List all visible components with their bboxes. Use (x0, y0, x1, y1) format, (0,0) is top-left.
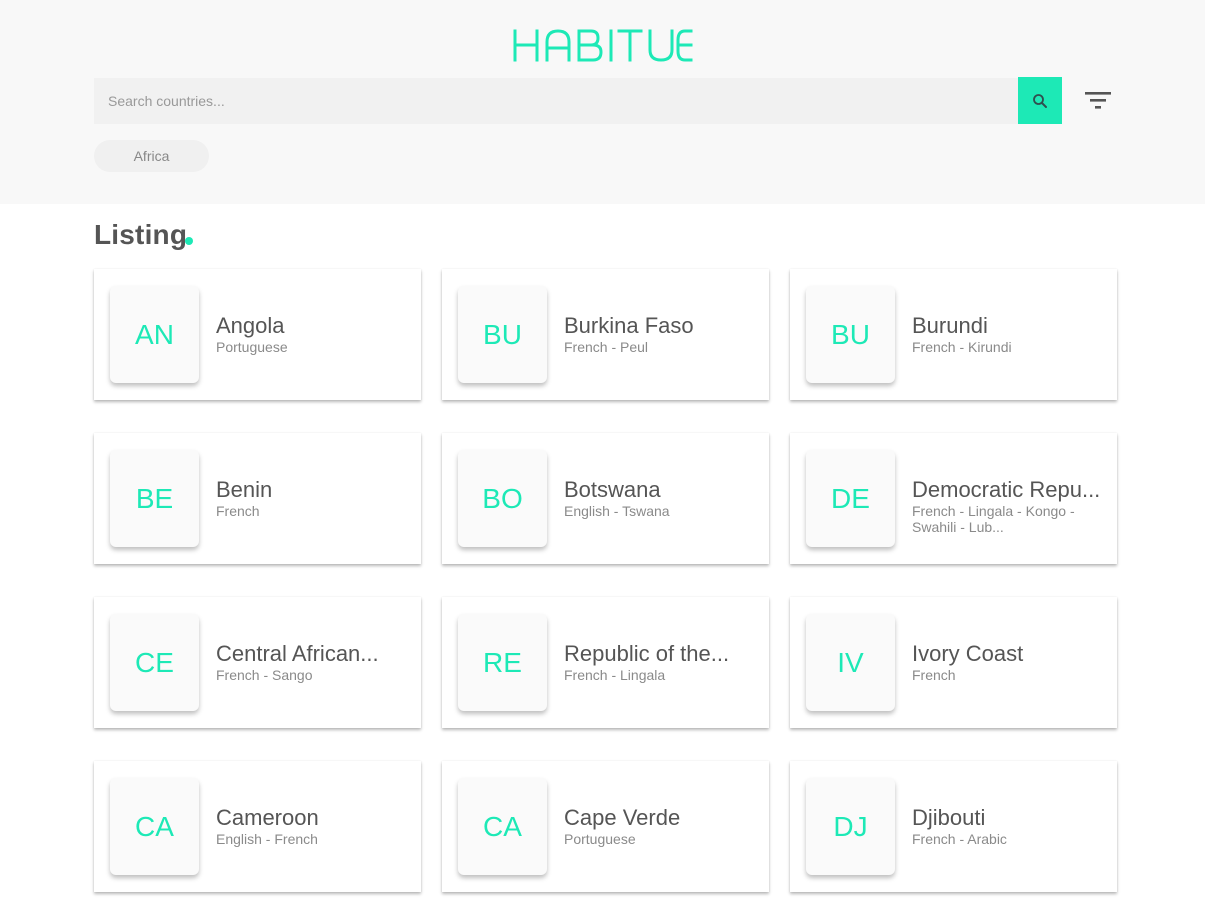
country-code-badge: BU (806, 286, 895, 383)
country-code-badge: AN (110, 286, 199, 383)
country-card[interactable]: CE Central African... French - Sango (94, 597, 421, 728)
search-button[interactable] (1018, 77, 1062, 124)
country-name: Angola (216, 313, 285, 338)
country-grid: AN Angola Portuguese BU Burkina Faso Fre… (94, 269, 1118, 892)
country-card[interactable]: RE Republic of the... French - Lingala (442, 597, 769, 728)
search-input[interactable] (94, 78, 1018, 124)
country-languages: Portuguese (216, 339, 288, 355)
filter-button[interactable] (1082, 84, 1114, 116)
app-logo[interactable] (0, 26, 1205, 66)
country-languages: French (216, 503, 260, 519)
country-name: Burkina Faso (564, 313, 694, 338)
country-code-badge: CA (110, 778, 199, 875)
country-languages: French - Kirundi (912, 339, 1012, 355)
search-icon (1033, 93, 1047, 108)
country-code-badge: BU (458, 286, 547, 383)
country-name: Republic of the... (564, 641, 730, 666)
country-card[interactable]: CA Cape Verde Portuguese (442, 761, 769, 892)
country-card[interactable]: CA Cameroon English - French (94, 761, 421, 892)
country-name: Cape Verde (564, 805, 681, 830)
country-code-badge: CE (110, 614, 199, 711)
country-code-badge: CA (458, 778, 547, 875)
country-languages: French - Arabic (912, 831, 1007, 847)
country-name: Burundi (912, 313, 988, 338)
country-languages: French (912, 667, 956, 683)
country-languages: French - Lingala - Kongo - Swahili - Lub… (912, 503, 1075, 535)
country-languages: English - French (216, 831, 318, 847)
country-card[interactable]: DE Democratic Repu... French - Lingala -… (790, 433, 1117, 564)
listing-heading: Listing (94, 219, 188, 250)
country-name: Benin (216, 477, 273, 502)
listing-accent-dot (185, 237, 193, 245)
filter-chip-region[interactable]: Africa (94, 140, 209, 172)
country-languages: French - Peul (564, 339, 649, 355)
country-card[interactable]: BU Burundi French - Kirundi (790, 269, 1117, 400)
country-card[interactable]: DJ Djibouti French - Arabic (790, 761, 1117, 892)
country-name: Ivory Coast (912, 641, 1024, 666)
country-languages: Portuguese (564, 831, 636, 847)
filter-icon (1085, 92, 1111, 109)
country-languages: French - Sango (216, 667, 313, 683)
country-card[interactable]: BU Burkina Faso French - Peul (442, 269, 769, 400)
country-card[interactable]: BO Botswana English - Tswana (442, 433, 769, 564)
country-name: Democratic Repu... (912, 477, 1101, 502)
country-code-badge: BO (458, 450, 547, 547)
country-languages: French - Lingala (564, 667, 666, 683)
country-card[interactable]: IV Ivory Coast French (790, 597, 1117, 728)
logo-wordmark (513, 29, 692, 62)
country-code-badge: DJ (806, 778, 895, 875)
header: Africa (0, 0, 1205, 204)
country-code-badge: IV (806, 614, 895, 711)
country-code-badge: DE (806, 450, 895, 547)
country-code-badge: BE (110, 450, 199, 547)
country-name: Botswana (564, 477, 661, 502)
country-card[interactable]: AN Angola Portuguese (94, 269, 421, 400)
country-name: Central African... (216, 641, 379, 666)
country-languages: English - Tswana (564, 503, 670, 519)
country-code-badge: RE (458, 614, 547, 711)
country-name: Djibouti (912, 805, 986, 830)
country-card[interactable]: BE Benin French (94, 433, 421, 564)
country-name: Cameroon (216, 805, 319, 830)
